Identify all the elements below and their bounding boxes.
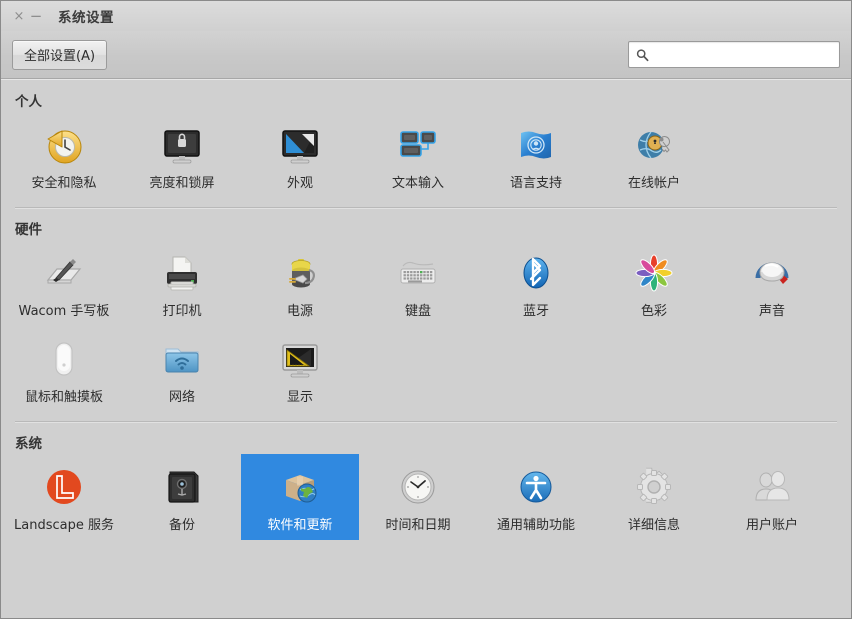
appearance-icon xyxy=(274,120,326,172)
printer-icon xyxy=(156,248,208,300)
section-title-hardware: 硬件 xyxy=(15,222,42,238)
online-accounts-icon xyxy=(628,120,680,172)
keyboard-icon xyxy=(392,248,444,300)
settings-tile-label: 外观 xyxy=(286,176,313,191)
network-icon xyxy=(156,334,208,386)
settings-tile-label: 文本输入 xyxy=(391,176,444,191)
landscape-service-icon xyxy=(38,462,90,514)
settings-tile-label: 网络 xyxy=(168,390,195,405)
titlebar: × − 系统设置 xyxy=(1,1,851,31)
settings-tile-keyboard[interactable]: 键盘 xyxy=(359,240,477,326)
settings-tile-sound[interactable]: 声音 xyxy=(713,240,831,326)
settings-tile-user-accounts[interactable]: 用户账户 xyxy=(713,454,831,540)
search-icon xyxy=(636,48,649,61)
settings-tile-label: 键盘 xyxy=(404,304,431,319)
settings-tile-label: Landscape 服务 xyxy=(14,518,114,533)
settings-tile-printer[interactable]: 打印机 xyxy=(123,240,241,326)
settings-tile-network[interactable]: 网络 xyxy=(123,326,241,412)
close-icon[interactable]: × xyxy=(11,8,27,24)
settings-tile-label: 详细信息 xyxy=(627,518,680,533)
grid-system: Landscape 服务 备份 软件和更新 时间和日期 通用辅助功能 详细信息 … xyxy=(1,454,851,540)
section-personal: 个人 安全和隐私 亮度和锁屏 外观 文本输入 语言支持 在线帐户 xyxy=(1,80,851,208)
settings-tile-backup[interactable]: 备份 xyxy=(123,454,241,540)
settings-tile-label: Wacom 手写板 xyxy=(18,304,110,319)
software-updates-icon xyxy=(274,462,326,514)
settings-tile-universal-access[interactable]: 通用辅助功能 xyxy=(477,454,595,540)
settings-tile-label: 通用辅助功能 xyxy=(496,518,575,533)
settings-tile-wacom-tablet[interactable]: Wacom 手写板 xyxy=(5,240,123,326)
user-accounts-icon xyxy=(746,462,798,514)
settings-tile-details[interactable]: 详细信息 xyxy=(595,454,713,540)
settings-tile-label: 打印机 xyxy=(162,304,202,319)
wacom-tablet-icon xyxy=(38,248,90,300)
settings-tile-label: 安全和隐私 xyxy=(31,176,97,191)
settings-tile-label: 亮度和锁屏 xyxy=(149,176,215,191)
grid-personal: 安全和隐私 亮度和锁屏 外观 文本输入 语言支持 在线帐户 xyxy=(1,112,851,198)
section-title-system: 系统 xyxy=(15,436,42,452)
settings-tile-landscape-service[interactable]: Landscape 服务 xyxy=(5,454,123,540)
settings-tile-label: 在线帐户 xyxy=(627,176,680,191)
settings-tile-label: 鼠标和触摸板 xyxy=(24,390,103,405)
mouse-touchpad-icon xyxy=(38,334,90,386)
color-icon xyxy=(628,248,680,300)
details-icon xyxy=(628,462,680,514)
settings-tile-label: 时间和日期 xyxy=(385,518,451,533)
text-entry-icon xyxy=(392,120,444,172)
settings-tile-color[interactable]: 色彩 xyxy=(595,240,713,326)
section-system: 系统 Landscape 服务 备份 软件和更新 时间和日期 通用辅助功能 详细… xyxy=(1,422,851,540)
settings-tile-label: 软件和更新 xyxy=(267,518,333,533)
section-title-personal: 个人 xyxy=(15,94,42,110)
settings-tile-time-date[interactable]: 时间和日期 xyxy=(359,454,477,540)
security-privacy-icon xyxy=(38,120,90,172)
settings-tile-label: 色彩 xyxy=(640,304,667,319)
search-input[interactable] xyxy=(653,46,832,63)
window-title: 系统设置 xyxy=(58,10,114,26)
universal-access-icon xyxy=(510,462,562,514)
settings-tile-displays[interactable]: 显示 xyxy=(241,326,359,412)
settings-tile-label: 用户账户 xyxy=(745,518,798,533)
minimize-icon[interactable]: − xyxy=(28,8,44,24)
brightness-lock-icon xyxy=(156,120,208,172)
settings-tile-power[interactable]: 电源 xyxy=(241,240,359,326)
settings-tile-appearance[interactable]: 外观 xyxy=(241,112,359,198)
settings-tile-label: 显示 xyxy=(286,390,313,405)
settings-tile-language-support[interactable]: 语言支持 xyxy=(477,112,595,198)
backup-icon xyxy=(156,462,208,514)
settings-tile-mouse-touchpad[interactable]: 鼠标和触摸板 xyxy=(5,326,123,412)
toolbar: 全部设置(A) xyxy=(1,31,851,79)
settings-tile-software-updates[interactable]: 软件和更新 xyxy=(241,454,359,540)
sound-icon xyxy=(746,248,798,300)
settings-tile-bluetooth[interactable]: 蓝牙 xyxy=(477,240,595,326)
grid-hardware: Wacom 手写板 打印机 电源 键盘 蓝牙 色彩 声音 鼠标和触摸板 网络 显… xyxy=(1,240,851,412)
time-date-icon xyxy=(392,462,444,514)
section-hardware: 硬件 Wacom 手写板 打印机 电源 键盘 蓝牙 色彩 声音 鼠标和触摸板 网… xyxy=(1,208,851,422)
settings-tile-label: 电源 xyxy=(286,304,313,319)
power-icon xyxy=(274,248,326,300)
all-settings-button[interactable]: 全部设置(A) xyxy=(12,39,108,70)
language-support-icon xyxy=(510,120,562,172)
settings-tile-label: 声音 xyxy=(758,304,785,319)
settings-tile-label: 备份 xyxy=(168,518,195,533)
bluetooth-icon xyxy=(510,248,562,300)
displays-icon xyxy=(274,334,326,386)
settings-tile-brightness-lock[interactable]: 亮度和锁屏 xyxy=(123,112,241,198)
system-settings-window: × − 系统设置 全部设置(A) 个人 安全和隐私 亮度和锁屏 外观 文本输入 … xyxy=(0,0,852,619)
settings-tile-label: 语言支持 xyxy=(509,176,562,191)
settings-tile-label: 蓝牙 xyxy=(522,304,549,319)
settings-tile-text-entry[interactable]: 文本输入 xyxy=(359,112,477,198)
settings-content: 个人 安全和隐私 亮度和锁屏 外观 文本输入 语言支持 在线帐户 硬件 Waco… xyxy=(1,79,851,618)
settings-tile-security-privacy[interactable]: 安全和隐私 xyxy=(5,112,123,198)
search-box[interactable] xyxy=(628,41,840,68)
settings-tile-online-accounts[interactable]: 在线帐户 xyxy=(595,112,713,198)
